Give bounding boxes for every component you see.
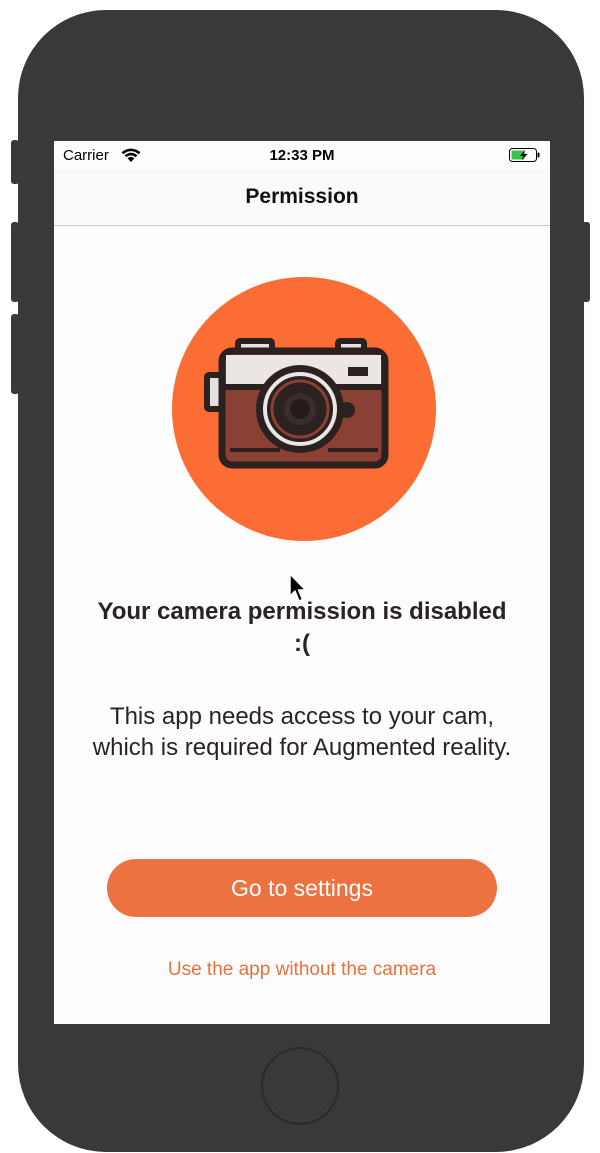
mouse-pointer-icon xyxy=(289,573,307,602)
go-to-settings-button[interactable]: Go to settings xyxy=(107,859,497,917)
camera-illustration xyxy=(172,277,436,541)
battery-charging-icon xyxy=(509,148,540,162)
permission-description: This app needs access to your cam, which… xyxy=(92,703,512,761)
navigation-bar: Permission xyxy=(54,169,550,226)
power-button xyxy=(582,222,590,302)
permission-headline: Your camera permission is disabled :( xyxy=(97,598,507,657)
mute-switch xyxy=(11,140,19,184)
use-without-camera-link[interactable]: Use the app without the camera xyxy=(54,959,550,981)
status-time: 12:33 PM xyxy=(269,147,335,164)
page-title: Permission xyxy=(245,185,359,208)
volume-down-button xyxy=(11,314,19,394)
volume-up-button xyxy=(11,222,19,302)
home-button[interactable] xyxy=(261,1047,339,1125)
status-bar: Carrier 12:33 PM xyxy=(54,141,550,169)
